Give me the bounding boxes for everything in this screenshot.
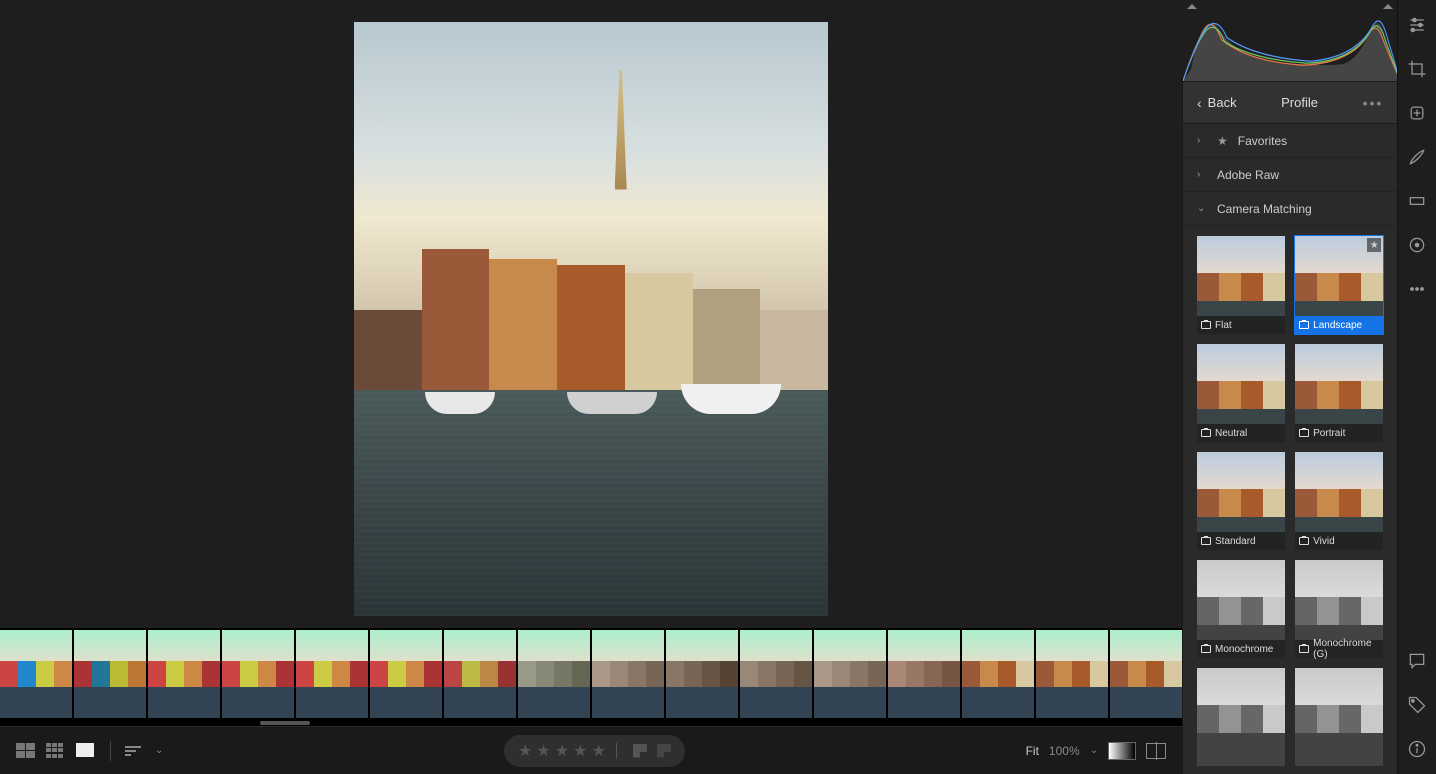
filmstrip-thumb[interactable] (962, 630, 1034, 718)
profile-tile-flat[interactable]: Flat (1197, 236, 1285, 334)
filmstrip-thumb[interactable] (1036, 630, 1108, 718)
profile-name: Landscape (1313, 320, 1362, 331)
bottom-toolbar: ⌄ ★ ★ ★ ★ ★ Fit 100% ⌄ (0, 726, 1182, 774)
profile-tile-standard[interactable]: Standard (1197, 452, 1285, 550)
filmstrip-thumb[interactable] (1110, 630, 1182, 718)
star-1[interactable]: ★ (518, 741, 532, 761)
filmstrip-thumb[interactable] (444, 630, 516, 718)
profile-tile-landscape[interactable]: ★ Landscape (1295, 236, 1383, 334)
zoom-value[interactable]: 100% (1049, 744, 1080, 758)
camera-icon (1299, 645, 1309, 653)
view-grid-small-button[interactable] (46, 743, 66, 759)
profile-name: Neutral (1215, 428, 1247, 439)
edit-sliders-tool[interactable] (1406, 14, 1428, 36)
camera-icon (1299, 429, 1309, 437)
profile-name: Flat (1215, 320, 1232, 331)
profile-name: Monochrome (G) (1313, 638, 1379, 660)
profile-tile-vivid[interactable]: Vivid (1295, 452, 1383, 550)
chevron-right-icon: › (1197, 135, 1207, 146)
panel-more-button[interactable]: ••• (1363, 95, 1384, 111)
camera-icon (1201, 321, 1211, 329)
radial-gradient-tool[interactable] (1406, 234, 1428, 256)
filmstrip-thumb[interactable] (74, 630, 146, 718)
profile-tile-partial[interactable] (1295, 668, 1383, 766)
panel-title: Profile (1237, 95, 1363, 110)
section-adobe-raw[interactable]: › Adobe Raw (1183, 158, 1397, 192)
histogram[interactable] (1183, 0, 1397, 82)
edit-panel: ‹ Back Profile ••• › ★ Favorites › Adobe… (1182, 0, 1397, 774)
profile-name: Portrait (1313, 428, 1345, 439)
info-overlay-toggle[interactable] (1108, 742, 1136, 760)
comments-button[interactable] (1406, 650, 1428, 672)
healing-brush-tool[interactable] (1406, 102, 1428, 124)
shadow-clip-indicator[interactable] (1187, 4, 1197, 9)
flag-reject[interactable] (657, 744, 671, 758)
profile-name: Standard (1215, 536, 1256, 547)
camera-icon (1201, 537, 1211, 545)
highlight-clip-indicator[interactable] (1383, 4, 1393, 9)
view-grid-large-button[interactable] (16, 743, 36, 759)
filmstrip-thumb[interactable] (888, 630, 960, 718)
camera-icon (1201, 645, 1211, 653)
star-icon: ★ (1217, 134, 1228, 148)
rating-control: ★ ★ ★ ★ ★ (504, 735, 685, 767)
chevron-down-icon: ⌄ (1197, 203, 1207, 214)
camera-icon (1299, 321, 1309, 329)
brush-tool[interactable] (1406, 146, 1428, 168)
section-camera-matching[interactable]: ⌄ Camera Matching (1183, 192, 1397, 226)
chevron-right-icon: › (1197, 169, 1207, 180)
section-favorites[interactable]: › ★ Favorites (1183, 124, 1397, 158)
profile-tile-monochrome-g-[interactable]: Monochrome (G) (1295, 560, 1383, 658)
crop-tool[interactable] (1406, 58, 1428, 80)
star-4[interactable]: ★ (573, 741, 587, 761)
main-image[interactable] (354, 22, 828, 616)
camera-icon (1201, 429, 1211, 437)
adobe-raw-label: Adobe Raw (1217, 168, 1279, 182)
profile-tile-portrait[interactable]: Portrait (1295, 344, 1383, 442)
profile-tile-partial[interactable] (1197, 668, 1285, 766)
profile-tile-neutral[interactable]: Neutral (1197, 344, 1285, 442)
filmstrip-thumb[interactable] (296, 630, 368, 718)
filmstrip-thumb[interactable] (222, 630, 294, 718)
filmstrip-thumb[interactable] (592, 630, 664, 718)
zoom-fit-button[interactable]: Fit (1026, 744, 1039, 758)
filmstrip-thumb[interactable] (148, 630, 220, 718)
filmstrip-scrollbar[interactable] (0, 720, 1182, 726)
keywords-button[interactable] (1406, 694, 1428, 716)
canvas[interactable] (0, 0, 1182, 628)
star-5[interactable]: ★ (592, 741, 606, 761)
star-2[interactable]: ★ (536, 741, 550, 761)
more-tools[interactable] (1406, 278, 1428, 300)
filmstrip-thumb[interactable] (814, 630, 886, 718)
favorite-star-icon[interactable]: ★ (1367, 238, 1381, 252)
zoom-dropdown[interactable]: ⌄ (1090, 745, 1098, 756)
filmstrip-thumb[interactable] (666, 630, 738, 718)
profile-tile-monochrome[interactable]: Monochrome (1197, 560, 1285, 658)
compare-view-button[interactable] (1146, 743, 1166, 759)
star-3[interactable]: ★ (555, 741, 569, 761)
camera-icon (1299, 537, 1309, 545)
favorites-label: Favorites (1238, 134, 1287, 148)
main-area: ⌄ ★ ★ ★ ★ ★ Fit 100% ⌄ (0, 0, 1182, 774)
tool-strip (1397, 0, 1436, 774)
linear-gradient-tool[interactable] (1406, 190, 1428, 212)
info-button[interactable] (1406, 738, 1428, 760)
filmstrip-thumb[interactable] (370, 630, 442, 718)
back-button[interactable]: ‹ Back (1197, 95, 1237, 111)
profile-name: Vivid (1313, 536, 1335, 547)
panel-header: ‹ Back Profile ••• (1183, 82, 1397, 124)
filmstrip-thumb[interactable] (518, 630, 590, 718)
filmstrip[interactable] (0, 628, 1182, 720)
camera-matching-label: Camera Matching (1217, 202, 1312, 216)
profile-name: Monochrome (1215, 644, 1273, 655)
sort-dropdown[interactable]: ⌄ (155, 745, 163, 756)
filmstrip-thumb[interactable] (0, 630, 72, 718)
sort-button[interactable] (125, 746, 141, 756)
chevron-left-icon: ‹ (1197, 95, 1202, 111)
filmstrip-thumb[interactable] (740, 630, 812, 718)
flag-pick[interactable] (633, 744, 647, 758)
profiles-grid: Flat ★ Landscape Neutral Portrait Standard Viv… (1183, 226, 1397, 774)
view-single-button[interactable] (76, 743, 96, 759)
back-label: Back (1208, 95, 1237, 110)
